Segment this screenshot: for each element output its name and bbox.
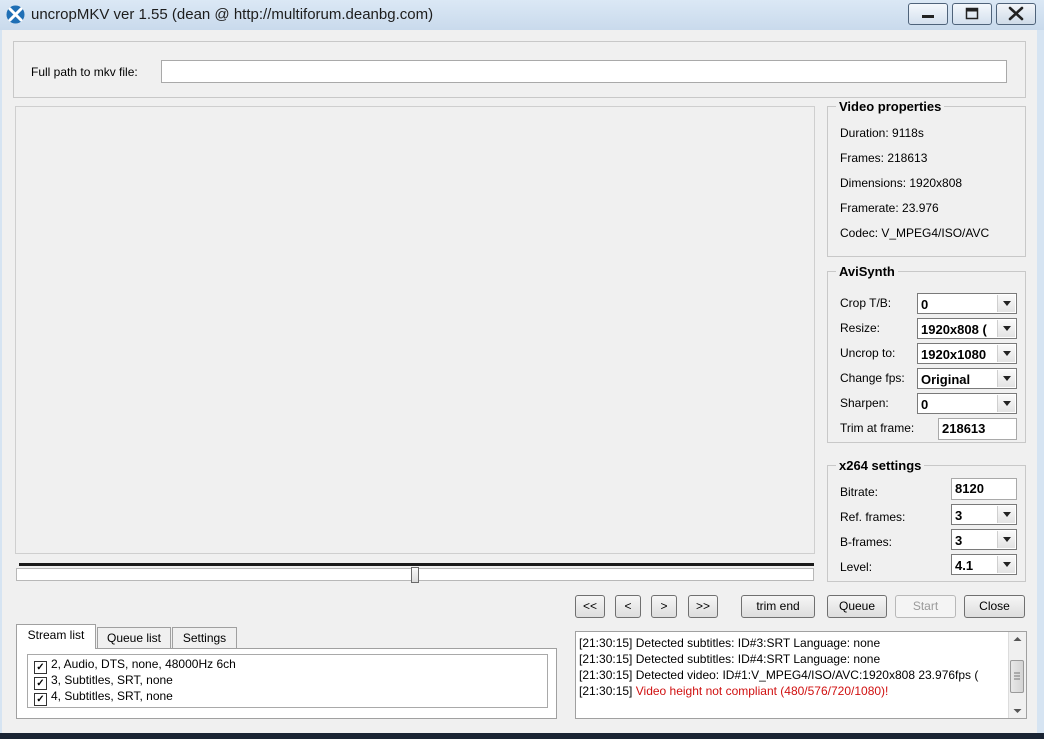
trim-label: Trim at frame: (840, 421, 915, 435)
bitrate-label: Bitrate: (840, 485, 879, 499)
video-preview (15, 106, 815, 554)
uncrop-value: 1920x1080 (921, 347, 987, 362)
avisynth-title: AviSynth (836, 264, 898, 279)
level-value: 4.1 (955, 558, 974, 573)
scroll-thumb[interactable] (1010, 660, 1024, 693)
stream-list[interactable]: ✓ 2, Audio, DTS, none, 48000Hz 6ch ✓ 3, Su… (27, 654, 548, 708)
sharpen-value: 0 (921, 397, 929, 412)
tab-settings[interactable]: Settings (172, 627, 237, 648)
bframes-label: B-frames: (840, 535, 893, 549)
first-frame-button[interactable]: << (575, 595, 605, 618)
minimize-icon (922, 15, 934, 18)
grip-icon (1014, 672, 1020, 680)
uncrop-label: Uncrop to: (840, 346, 896, 360)
video-properties-title: Video properties (836, 99, 945, 114)
bframes-select[interactable]: 3 (951, 529, 1017, 550)
chevron-down-icon[interactable] (997, 295, 1015, 312)
chevron-down-icon[interactable] (997, 395, 1015, 412)
log-scrollbar[interactable] (1008, 632, 1026, 718)
trim-frame-input[interactable]: 218613 (938, 418, 1017, 440)
bframes-value: 3 (955, 533, 963, 548)
crop-select[interactable]: 0 (917, 293, 1017, 314)
file-path-input[interactable] (161, 60, 1007, 83)
tab-stream-list[interactable]: Stream list (16, 624, 96, 649)
chevron-down-icon[interactable] (997, 506, 1015, 523)
crop-label: Crop T/B: (840, 296, 892, 310)
next-frame-button[interactable]: > (651, 595, 677, 618)
uncrop-select[interactable]: 1920x1080 (917, 343, 1017, 364)
scroll-down-icon[interactable] (1009, 704, 1026, 718)
log-line: [21:30:15] Detected video: ID#1:V_MPEG4/… (579, 668, 979, 682)
trim-end-button[interactable]: trim end (741, 595, 815, 618)
last-frame-button[interactable]: >> (688, 595, 718, 618)
chevron-down-icon[interactable] (997, 320, 1015, 337)
stream-label: 4, Subtitles, SRT, none (51, 689, 173, 703)
frames-text: Frames: 218613 (840, 151, 928, 165)
list-item[interactable]: ✓ 4, Subtitles, SRT, none (34, 689, 173, 706)
video-properties-group: Video properties Duration: 9118s Frames:… (827, 99, 1026, 257)
sharpen-select[interactable]: 0 (917, 393, 1017, 414)
minimize-button[interactable] (908, 3, 948, 25)
checkbox-checked-icon[interactable]: ✓ (34, 693, 47, 706)
codec-text: Codec: V_MPEG4/ISO/AVC (840, 226, 990, 240)
prev-frame-button[interactable]: < (615, 595, 641, 618)
frame-slider-track[interactable] (16, 567, 814, 583)
list-item[interactable]: ✓ 2, Audio, DTS, none, 48000Hz 6ch (34, 657, 236, 674)
level-select[interactable]: 4.1 (951, 554, 1017, 575)
chevron-down-icon[interactable] (997, 370, 1015, 387)
taskbar-strip (0, 733, 1044, 739)
fps-select[interactable]: Original (917, 368, 1017, 389)
fps-label: Change fps: (840, 371, 905, 385)
chevron-down-icon[interactable] (997, 345, 1015, 362)
maximize-icon (965, 7, 979, 20)
tab-queue-list[interactable]: Queue list (97, 627, 171, 648)
log-line: [21:30:15] Video height not compliant (4… (579, 684, 889, 698)
framerate-text: Framerate: 23.976 (840, 201, 939, 215)
close-button[interactable]: Close (964, 595, 1025, 618)
close-icon (1008, 6, 1024, 21)
start-button[interactable]: Start (895, 595, 956, 618)
x-logo-icon (6, 5, 25, 24)
fps-value: Original (921, 372, 971, 387)
title-bar[interactable]: uncropMKV ver 1.55 (dean @ http://multif… (0, 0, 1044, 30)
sharpen-label: Sharpen: (840, 396, 889, 410)
ref-frames-select[interactable]: 3 (951, 504, 1017, 525)
log-output[interactable]: [21:30:15] Detected subtitles: ID#3:SRT … (575, 631, 1027, 719)
ref-frames-label: Ref. frames: (840, 510, 906, 524)
stream-label: 3, Subtitles, SRT, none (51, 673, 173, 687)
duration-text: Duration: 9118s (840, 126, 924, 140)
bitrate-input[interactable]: 8120 (951, 478, 1017, 500)
warning-text: Video height not compliant (480/576/720/… (635, 684, 889, 698)
log-line: [21:30:15] Detected subtitles: ID#3:SRT … (579, 636, 881, 650)
close-window-button[interactable] (996, 3, 1036, 25)
log-line: [21:30:15] Detected subtitles: ID#4:SRT … (579, 652, 881, 666)
queue-button[interactable]: Queue (827, 595, 887, 618)
chevron-down-icon[interactable] (997, 531, 1015, 548)
app-window: uncropMKV ver 1.55 (dean @ http://multif… (0, 0, 1044, 739)
list-item[interactable]: ✓ 3, Subtitles, SRT, none (34, 673, 173, 690)
crop-value: 0 (921, 297, 929, 312)
resize-value: 1920x808 ( (921, 322, 987, 337)
x264-settings-group: x264 settings Bitrate: 8120 Ref. frames:… (827, 458, 1026, 582)
frame-slider-thumb[interactable] (411, 567, 419, 583)
file-path-group: Full path to mkv file: (13, 41, 1026, 98)
maximize-button[interactable] (952, 3, 992, 25)
resize-select[interactable]: 1920x808 ( (917, 318, 1017, 339)
timeline-bar (19, 563, 814, 566)
dimensions-text: Dimensions: 1920x808 (840, 176, 963, 190)
tab-panel: ✓ 2, Audio, DTS, none, 48000Hz 6ch ✓ 3, Su… (16, 648, 557, 719)
scroll-up-icon[interactable] (1009, 632, 1026, 646)
window-title: uncropMKV ver 1.55 (dean @ http://multif… (31, 6, 434, 23)
client-area: Full path to mkv file: Video properties … (2, 30, 1037, 733)
resize-label: Resize: (840, 321, 881, 335)
chevron-down-icon[interactable] (997, 556, 1015, 573)
x264-settings-title: x264 settings (836, 458, 925, 473)
ref-frames-value: 3 (955, 508, 963, 523)
avisynth-group: AviSynth Crop T/B: 0 Resize: 1920x808 ( … (827, 264, 1026, 443)
file-path-label: Full path to mkv file: (31, 65, 138, 79)
level-label: Level: (840, 560, 873, 574)
stream-label: 2, Audio, DTS, none, 48000Hz 6ch (51, 657, 236, 671)
